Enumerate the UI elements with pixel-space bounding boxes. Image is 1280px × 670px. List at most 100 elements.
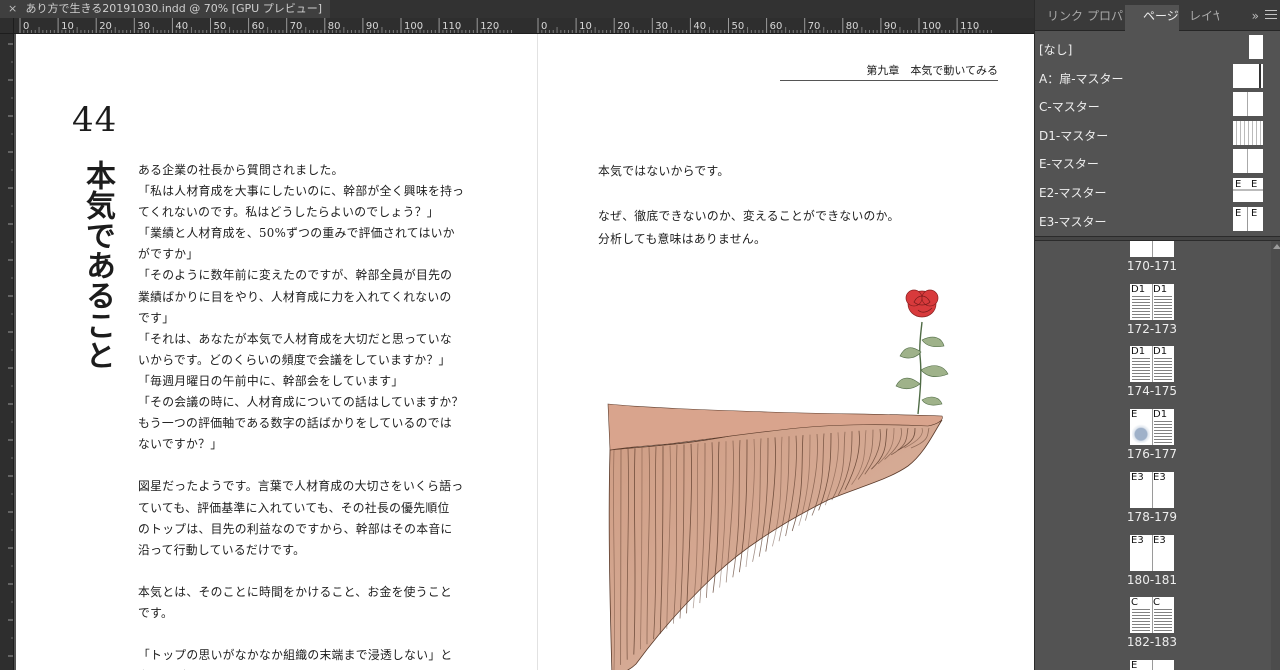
page-spread-label: 176-177 <box>1126 447 1178 462</box>
text-lines-thumb <box>1154 295 1172 318</box>
horizontal-ruler[interactable]: 0 10 20 30 40 50 60 70 80 90 100 110 120 0 10 20 30 40 50 6… <box>14 18 1034 34</box>
page-spread-thumbnail[interactable]: D1 D1 <box>1130 283 1174 320</box>
body-line: のトップは、目先の利益なのですから、幹部はその本音に <box>138 521 453 536</box>
spread-right-master: E3 <box>1153 471 1166 483</box>
panel-menu-icon[interactable] <box>1265 7 1277 23</box>
vertical-ruler-ticks <box>8 43 13 657</box>
rose-leaf <box>895 377 921 390</box>
page-spread-label: 174-175 <box>1126 384 1178 399</box>
master-page-item[interactable]: [なし] <box>1039 35 1269 63</box>
page-spread-thumbnail[interactable]: E D1 <box>1130 409 1174 446</box>
left-body-text-frame[interactable]: ある企業の社長から質問されました。「私は人材育成を大事にしたいのに、幹部が全く興… <box>138 160 488 670</box>
right-body-text-frame[interactable]: 本気ではないからです。 なぜ、徹底できないのか、変えることができないのか。 分析して… <box>598 160 958 250</box>
ruler-label: 100 <box>922 21 941 32</box>
master-page-label: E-マスター <box>1039 157 1099 172</box>
rose-bloom <box>905 289 939 318</box>
ruler-label: 60 <box>252 21 265 32</box>
text-lines-thumb <box>1154 609 1172 632</box>
indesign-window: × あり方で生きる20191030.indd @ 70% [GPU プレビュー]… <box>0 0 1280 670</box>
ruler-label: 110 <box>960 21 979 32</box>
master-page-item[interactable]: E-マスター <box>1039 149 1269 177</box>
master-page-item[interactable]: D1-マスター <box>1039 120 1269 149</box>
master-page-label: C-マスター <box>1039 100 1100 115</box>
tab-properties[interactable]: プロパ <box>1087 5 1123 27</box>
body-line: 言う人がいます。 <box>138 666 488 670</box>
tab-pages[interactable]: ページ <box>1125 5 1179 31</box>
master-page-thumbnail[interactable] <box>1249 35 1263 59</box>
master-page-label: A：扉-マスター <box>1039 71 1124 86</box>
ruler-label: 20 <box>99 21 112 32</box>
master-page-item[interactable]: A：扉-マスター <box>1039 63 1269 92</box>
master-page-thumbnail[interactable] <box>1233 149 1263 174</box>
document-tab-bar: × あり方で生きる20191030.indd @ 70% [GPU プレビュー] <box>0 0 1034 18</box>
text-lines-thumb <box>1154 421 1172 444</box>
chapter-title[interactable]: 本気であること <box>78 160 116 370</box>
document-tab[interactable]: × あり方で生きる20191030.indd @ 70% [GPU プレビュー] <box>0 0 330 18</box>
image-thumb <box>1132 421 1150 444</box>
close-tab-icon[interactable]: × <box>8 0 22 18</box>
text-lines-thumb <box>1154 358 1172 381</box>
body-line: なぜ、徹底できないのか、変えることができないのか。 <box>598 209 900 223</box>
horizontal-ruler-ticks: 0 10 20 30 40 50 60 70 80 90 100 110 120 0 10 20 30 40 50 6… <box>19 18 992 33</box>
body-line: ないですか？」 <box>138 437 223 452</box>
page-spread-label: 180-181 <box>1126 572 1178 587</box>
master-page-thumbnail[interactable]: EE <box>1233 206 1263 231</box>
body-line: です」 <box>138 310 175 325</box>
chapter-number[interactable]: 44 <box>72 100 117 140</box>
ruler-label: 40 <box>175 21 188 32</box>
body-line: てくれないのです。私はどうしたらよいのでしょう？」 <box>138 205 439 220</box>
pages-panel: リンク プロパ ページ レイヤ » [なし] A：扉-マスター C-マスター D1-マ… <box>1034 0 1280 670</box>
thumb-letter: E <box>1235 207 1242 219</box>
thumb-letter: E <box>1235 179 1242 190</box>
page-spread-thumbnail[interactable]: CC <box>1130 597 1174 634</box>
page-spread-thumbnail[interactable]: E3 E3 <box>1130 534 1174 571</box>
page-spread[interactable]: 44 本気であること ある企業の社長から質問されました。「私は人材育成を大事にし… <box>16 34 1034 670</box>
panel-expand-icon[interactable]: » <box>1252 5 1259 27</box>
master-page-item[interactable]: E3-マスター E E <box>1039 206 1269 235</box>
body-line: ある企業の社長から質問されました。 <box>138 163 344 177</box>
document-canvas[interactable]: 44 本気であること ある企業の社長から質問されました。「私は人材育成を大事にし… <box>14 34 1034 670</box>
body-line: 「それは、あなたが本気で人材育成を大切だと思っていな <box>138 331 452 346</box>
master-page-item[interactable]: E2-マスター E E <box>1039 178 1269 206</box>
body-line: がですか」 <box>138 247 199 262</box>
ruler-label: 90 <box>884 21 897 32</box>
master-page-label: E2-マスター <box>1039 186 1107 200</box>
body-line: 本気ではないからです。 <box>598 164 730 178</box>
page-spread-thumbnail[interactable]: E3 E3 <box>1130 471 1174 508</box>
page-spread-label: 172-173 <box>1126 321 1178 336</box>
master-page-thumbnail[interactable] <box>1233 63 1263 88</box>
page-spread-thumbnail[interactable]: E <box>1130 659 1174 670</box>
master-page-label: [なし] <box>1039 43 1073 57</box>
scroll-up-arrow-icon[interactable] <box>1273 244 1280 249</box>
rose-leaf <box>899 347 922 359</box>
body-line <box>138 624 488 645</box>
ruler-label: 10 <box>61 21 74 32</box>
body-line: もう一つの評価軸である数字の話ばかりをしているのでは <box>138 416 452 431</box>
page-spread-label: 182-183 <box>1126 635 1178 650</box>
master-page-item[interactable]: C-マスター <box>1039 92 1269 120</box>
running-head[interactable]: 第九章 本気で動いてみる <box>780 64 998 81</box>
master-page-thumbnail[interactable]: EE <box>1233 178 1263 202</box>
body-line: です。 <box>138 605 174 620</box>
ruler-origin[interactable] <box>0 18 14 34</box>
page-spread-thumbnail[interactable] <box>1130 241 1174 257</box>
master-page-label: D1-マスター <box>1039 128 1109 143</box>
rose-stem <box>917 321 923 415</box>
body-line: いからです。どのくらいの頻度で会議をしていますか？」 <box>138 352 451 367</box>
ruler-label: 30 <box>655 21 668 32</box>
cliff-and-rose-drawing <box>607 289 949 670</box>
master-page-thumbnail[interactable] <box>1233 120 1263 145</box>
vertical-ruler[interactable] <box>0 34 14 670</box>
master-page-thumbnail[interactable] <box>1233 92 1263 117</box>
ruler-label: 90 <box>366 21 379 32</box>
page-spread-thumbnail[interactable]: D1 D1 <box>1130 346 1174 383</box>
tab-layers[interactable]: レイヤ <box>1189 5 1219 27</box>
panel-tab-strip: リンク プロパ ページ レイヤ » <box>1035 0 1280 31</box>
master-pages-list: [なし] A：扉-マスター C-マスター D1-マスター E-マスター E2-マスター E E… <box>1035 31 1275 234</box>
tab-links[interactable]: リンク <box>1047 5 1085 27</box>
pages-scrollbar[interactable] <box>1271 241 1280 670</box>
spread-right-master: E3 <box>1153 534 1166 546</box>
page-spread-label: 170-171 <box>1126 259 1178 273</box>
rose-on-cliff-illustration[interactable] <box>588 274 958 670</box>
body-line: 「私は人材育成を大事にしたいのに、幹部が全く興味を持っ <box>138 184 465 199</box>
